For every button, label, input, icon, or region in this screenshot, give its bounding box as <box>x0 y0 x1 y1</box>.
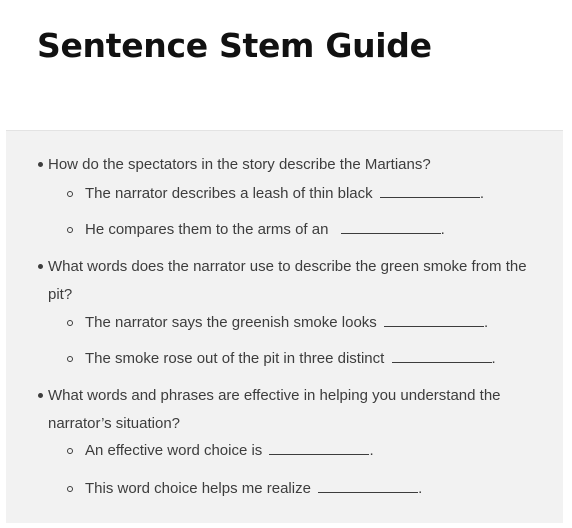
stem-bullet <box>67 227 73 233</box>
stem-2-1: The narrator says the greenish smoke loo… <box>85 313 488 333</box>
stem-bullet <box>67 356 73 362</box>
answer-blank[interactable] <box>340 221 441 234</box>
stem-end: . <box>418 480 423 497</box>
stem-2-2: The smoke rose out of the pit in three d… <box>85 349 496 369</box>
stem-text: The narrator describes a leash of thin b… <box>85 185 373 202</box>
stem-1-2: He compares them to the arms of an . <box>85 220 445 240</box>
question-2: What words does the narrator use to desc… <box>48 258 527 303</box>
answer-blank[interactable] <box>269 442 370 455</box>
stem-end: . <box>440 221 445 238</box>
question-bullet <box>38 162 43 167</box>
stem-text: An effective word choice is <box>85 442 263 459</box>
stem-1-1: The narrator describes a leash of thin b… <box>85 184 484 204</box>
answer-blank[interactable] <box>391 350 492 363</box>
stem-3-2: This word choice helps me realize . <box>85 479 422 499</box>
stem-3-1: An effective word choice is . <box>85 441 374 461</box>
stem-bullet <box>67 448 73 454</box>
answer-blank[interactable] <box>383 314 484 327</box>
stem-text: He compares them to the arms of an <box>85 221 329 238</box>
question-3: What words and phrases are effective in … <box>48 387 501 432</box>
stem-bullet <box>67 320 73 326</box>
question-bullet <box>38 393 43 398</box>
stem-text: The narrator says the greenish smoke loo… <box>85 314 377 331</box>
stem-end: . <box>491 350 496 367</box>
answer-blank[interactable] <box>318 480 419 493</box>
page-title: Sentence Stem Guide <box>37 26 432 65</box>
stem-bullet <box>67 486 73 492</box>
question-1: How do the spectators in the story descr… <box>48 156 431 173</box>
stem-end: . <box>369 442 374 459</box>
stem-text: This word choice helps me realize <box>85 480 311 497</box>
stem-end: . <box>479 185 484 202</box>
stem-end: . <box>483 314 489 331</box>
answer-blank[interactable] <box>379 185 480 198</box>
stem-text: The smoke rose out of the pit in three d… <box>85 350 385 367</box>
question-bullet <box>38 264 43 269</box>
stem-bullet <box>67 191 73 197</box>
